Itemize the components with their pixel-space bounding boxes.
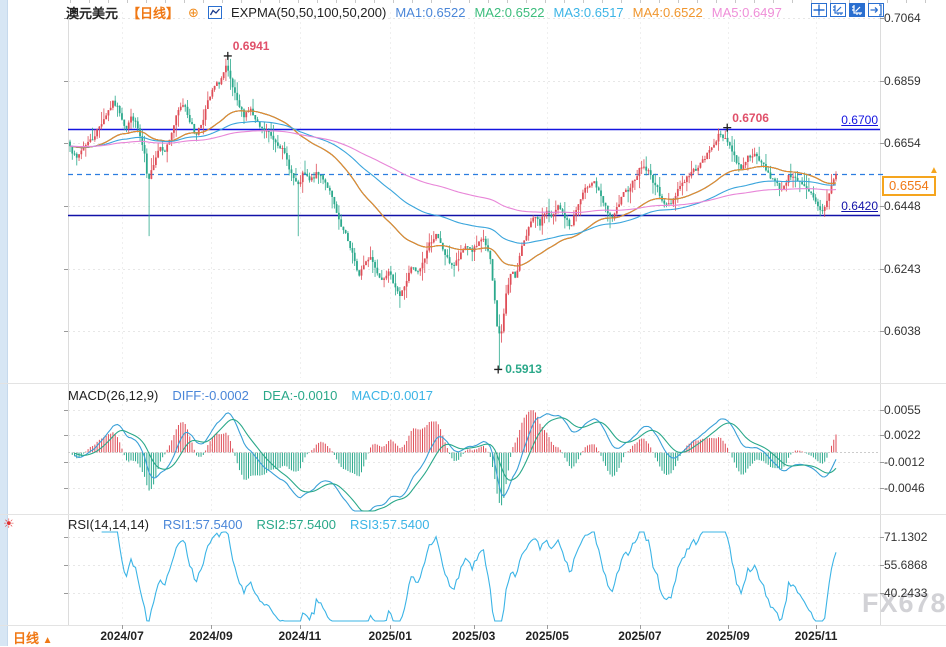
macd-diff-value: DIFF:-0.0002: [172, 388, 249, 403]
ma1-value: MA1:0.6522: [395, 5, 465, 20]
support-level-tag[interactable]: 0.6420: [841, 199, 878, 213]
chart-canvas[interactable]: [0, 0, 946, 646]
rsi3-value: RSI3:57.5400: [350, 517, 430, 532]
ma5-value: MA5:0.6497: [712, 5, 782, 20]
indicator-label: EXPMA(50,50,100,50,200): [231, 5, 386, 20]
period-selector-button[interactable]: 日线 ▲: [13, 628, 53, 647]
rsi-header: RSI(14,14,14) RSI1:57.5400 RSI2:57.5400 …: [68, 517, 429, 532]
price-up-arrow-icon: ▲: [929, 165, 939, 176]
sun-icon[interactable]: ☀: [3, 516, 15, 532]
macd-title: MACD(26,12,9): [68, 388, 158, 403]
rsi2-value: RSI2:57.5400: [256, 517, 336, 532]
ma3-value: MA3:0.6517: [554, 5, 624, 20]
high-annotation: 0.6941: [233, 39, 270, 53]
main-chart-header: 澳元美元 【日线】 ⊕ EXPMA(50,50,100,50,200) MA1:…: [66, 3, 782, 22]
swing-high-annotation: 0.6706: [732, 111, 769, 125]
period-button-label: 日线: [13, 631, 39, 646]
rsi-title: RSI(14,14,14): [68, 517, 149, 532]
triangle-up-icon: ▲: [43, 635, 53, 646]
rsi1-value: RSI1:57.5400: [163, 517, 243, 532]
collapse-right-icon[interactable]: [868, 3, 884, 17]
ma4-value: MA4:0.6522: [633, 5, 703, 20]
chart-toolbar: [811, 3, 884, 17]
crosshair-icon[interactable]: [811, 3, 827, 17]
axis-scale-icon[interactable]: [849, 3, 865, 17]
axis-ruler-icon[interactable]: [830, 3, 846, 17]
low-annotation: 0.5913: [505, 362, 542, 376]
current-price-tag: 0.6554: [882, 176, 936, 196]
indicator-chart-icon: [208, 6, 222, 19]
resistance-level-tag[interactable]: 0.6700: [841, 113, 878, 127]
symbol-name: 澳元美元: [66, 3, 118, 22]
macd-dea-value: DEA:-0.0010: [263, 388, 337, 403]
ma2-value: MA2:0.6522: [474, 5, 544, 20]
add-indicator-icon[interactable]: ⊕: [188, 5, 199, 21]
period-label[interactable]: 【日线】: [127, 3, 179, 22]
macd-hist-value: MACD:0.0017: [351, 388, 433, 403]
macd-header: MACD(26,12,9) DIFF:-0.0002 DEA:-0.0010 M…: [68, 388, 433, 403]
